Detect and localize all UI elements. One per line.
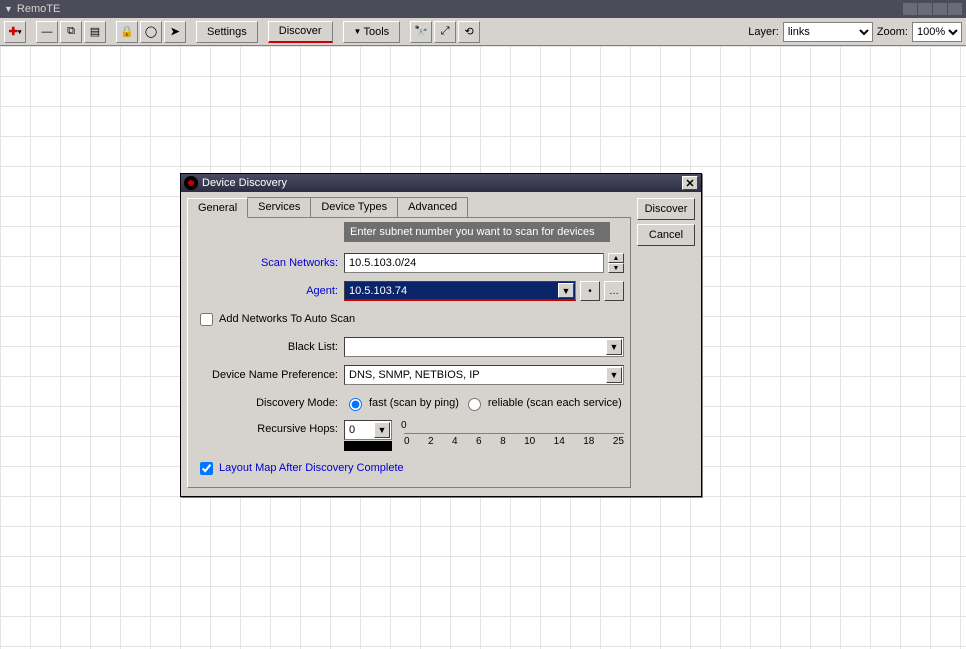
layer-label: Layer: <box>748 26 779 38</box>
agent-select[interactable]: 10.5.103.74 ▼ <box>344 281 576 301</box>
lock-button[interactable]: 🔒 <box>116 21 138 43</box>
chevron-down-icon[interactable]: ▼ <box>374 422 390 438</box>
device-discovery-dialog: Device Discovery ✕ General Services Devi… <box>180 173 702 497</box>
chevron-down-icon[interactable]: ▼ <box>558 283 574 298</box>
arrange-button[interactable]: ⟲ <box>458 21 480 43</box>
discovery-mode-label: Discovery Mode: <box>194 397 344 409</box>
window-title: RemoTE <box>17 3 60 15</box>
window-button-4[interactable] <box>948 3 962 15</box>
add-button[interactable]: ✚▾ <box>4 21 26 43</box>
window-button-1[interactable] <box>903 3 917 15</box>
fit-button[interactable]: ⤢ <box>434 21 456 43</box>
tab-services[interactable]: Services <box>247 197 311 217</box>
recursive-hops-select[interactable]: 0 ▼ <box>344 420 392 440</box>
chevron-down-icon[interactable]: ▼ <box>606 367 622 383</box>
scan-networks-input[interactable] <box>344 253 604 273</box>
close-icon[interactable]: ✕ <box>682 176 698 190</box>
tab-device-types[interactable]: Device Types <box>310 197 398 217</box>
titlebar-menu-icon[interactable]: ▼ <box>4 4 13 14</box>
dialog-titlebar[interactable]: Device Discovery ✕ <box>181 174 701 192</box>
lasso-button[interactable]: ◯ <box>140 21 162 43</box>
window-titlebar: ▼ RemoTE <box>0 0 966 18</box>
find-button[interactable]: 🔭 <box>410 21 432 43</box>
tools-button[interactable]: ▼Tools <box>343 21 401 43</box>
discovery-mode-reliable-radio[interactable]: reliable (scan each service) <box>463 395 622 411</box>
discovery-mode-fast-radio[interactable]: fast (scan by ping) <box>344 395 459 411</box>
device-name-pref-label: Device Name Preference: <box>194 369 344 381</box>
add-networks-checkbox[interactable]: Add Networks To Auto Scan <box>200 313 355 326</box>
dialog-discover-button[interactable]: Discover <box>637 198 695 220</box>
discover-button[interactable]: Discover <box>268 21 333 43</box>
agent-more-button[interactable]: … <box>604 281 624 301</box>
tab-advanced[interactable]: Advanced <box>397 197 468 217</box>
window-button-2[interactable] <box>918 3 932 15</box>
black-list-select[interactable]: ▼ <box>344 337 624 357</box>
window-button-3[interactable] <box>933 3 947 15</box>
agent-pick-button[interactable]: • <box>580 281 600 301</box>
dialog-cancel-button[interactable]: Cancel <box>637 224 695 246</box>
agent-label: Agent: <box>194 285 344 297</box>
zoom-select[interactable]: 100% <box>912 22 962 42</box>
scan-networks-label: Scan Networks: <box>194 257 344 269</box>
dialog-title-text: Device Discovery <box>202 177 287 189</box>
recursive-hops-slider[interactable]: 0 0 2 4 6 8 10 14 18 25 <box>404 420 624 449</box>
dialog-icon <box>184 176 198 190</box>
dialog-tabs: General Services Device Types Advanced <box>187 197 631 218</box>
device-name-pref-select[interactable]: DNS, SNMP, NETBIOS, IP ▼ <box>344 365 624 385</box>
settings-button[interactable]: Settings <box>196 21 258 43</box>
delete-button[interactable]: — <box>36 21 58 43</box>
recursive-hops-label: Recursive Hops: <box>194 420 344 435</box>
hint-text: Enter subnet number you want to scan for… <box>344 222 610 242</box>
pointer-button[interactable]: ➤ <box>164 21 186 43</box>
layer-select[interactable]: links <box>783 22 873 42</box>
tab-panel-general: Enter subnet number you want to scan for… <box>187 217 631 488</box>
copy-button[interactable]: ⧉ <box>60 21 82 43</box>
scan-networks-spinner[interactable]: ▲▼ <box>608 253 624 273</box>
hops-blackbar <box>344 441 392 451</box>
main-toolbar: ✚▾ — ⧉ ▤ 🔒 ◯ ➤ Settings Discover ▼Tools … <box>0 18 966 46</box>
paste-button[interactable]: ▤ <box>84 21 106 43</box>
black-list-label: Black List: <box>194 341 344 353</box>
chevron-down-icon[interactable]: ▼ <box>606 339 622 355</box>
tab-general[interactable]: General <box>187 198 248 218</box>
layout-after-checkbox[interactable]: Layout Map After Discovery Complete <box>200 462 404 475</box>
zoom-label: Zoom: <box>877 26 908 38</box>
